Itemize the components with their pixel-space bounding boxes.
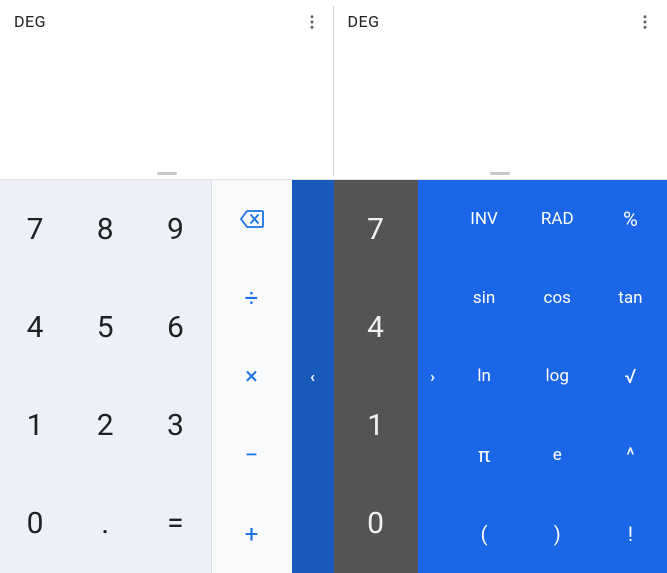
e-button[interactable]: e — [521, 416, 594, 495]
digit-1[interactable]: 1 — [334, 377, 418, 475]
digit-4[interactable]: 4 — [0, 278, 70, 376]
operators-column: ÷ × − + — [212, 180, 292, 573]
pane-divider — [333, 6, 334, 176]
equals-button[interactable]: = — [140, 475, 210, 573]
log-button[interactable]: log — [521, 337, 594, 416]
calculator-pane-advanced: DEG 7 4 1 0 › INV RAD % sin cos tan ln l… — [334, 0, 667, 573]
digit-7[interactable]: 7 — [0, 180, 70, 278]
tan-button[interactable]: tan — [594, 259, 667, 338]
display-area: DEG — [334, 0, 667, 180]
multiply-button[interactable]: × — [212, 337, 292, 416]
pi-button[interactable]: π — [448, 416, 521, 495]
keypad-basic: 7 8 9 4 5 6 1 2 3 0 . = ÷ × − + — [0, 180, 334, 573]
rparen-button[interactable]: ) — [521, 494, 594, 573]
inv-button[interactable]: INV — [448, 180, 521, 259]
digit-0[interactable]: 0 — [0, 475, 70, 573]
digit-8[interactable]: 8 — [70, 180, 140, 278]
digits-column-peek: 7 4 1 0 — [334, 180, 418, 573]
drag-handle[interactable] — [157, 172, 177, 175]
digit-9[interactable]: 9 — [140, 180, 210, 278]
backspace-button[interactable] — [212, 180, 292, 259]
factorial-button[interactable]: ! — [594, 494, 667, 573]
more-vert-icon — [636, 13, 654, 31]
digit-5[interactable]: 5 — [70, 278, 140, 376]
display-area: DEG — [0, 0, 334, 180]
calculator-pane-basic: DEG 7 8 9 4 5 6 1 2 3 0 . = — [0, 0, 334, 573]
lparen-button[interactable]: ( — [448, 494, 521, 573]
digit-1[interactable]: 1 — [0, 377, 70, 475]
digit-4[interactable]: 4 — [334, 278, 418, 376]
chevron-left-icon: ‹ — [310, 367, 315, 386]
digits-grid: 7 8 9 4 5 6 1 2 3 0 . = — [0, 180, 212, 573]
advanced-panel-peek[interactable]: ‹ — [292, 180, 334, 573]
backspace-icon — [240, 209, 264, 229]
keypad-advanced: 7 4 1 0 › INV RAD % sin cos tan ln log √… — [334, 180, 667, 573]
advanced-functions-grid: INV RAD % sin cos tan ln log √ π e ^ ( )… — [448, 180, 667, 573]
digit-6[interactable]: 6 — [140, 278, 210, 376]
advanced-panel-handle[interactable]: › — [418, 180, 448, 573]
plus-button[interactable]: + — [212, 494, 292, 573]
power-button[interactable]: ^ — [594, 416, 667, 495]
more-vert-icon — [303, 13, 321, 31]
more-menu-button[interactable] — [633, 10, 657, 34]
decimal-point[interactable]: . — [70, 475, 140, 573]
angle-mode-label[interactable]: DEG — [14, 12, 46, 31]
digit-0[interactable]: 0 — [334, 475, 418, 573]
digit-2[interactable]: 2 — [70, 377, 140, 475]
digit-7[interactable]: 7 — [334, 180, 418, 278]
angle-mode-label[interactable]: DEG — [348, 12, 380, 31]
ln-button[interactable]: ln — [448, 337, 521, 416]
digit-3[interactable]: 3 — [140, 377, 210, 475]
sqrt-button[interactable]: √ — [594, 337, 667, 416]
divide-button[interactable]: ÷ — [212, 259, 292, 338]
drag-handle[interactable] — [490, 172, 510, 175]
sin-button[interactable]: sin — [448, 259, 521, 338]
more-menu-button[interactable] — [300, 10, 324, 34]
cos-button[interactable]: cos — [521, 259, 594, 338]
percent-button[interactable]: % — [594, 180, 667, 259]
rad-button[interactable]: RAD — [521, 180, 594, 259]
minus-button[interactable]: − — [212, 416, 292, 495]
chevron-right-icon: › — [430, 367, 435, 386]
